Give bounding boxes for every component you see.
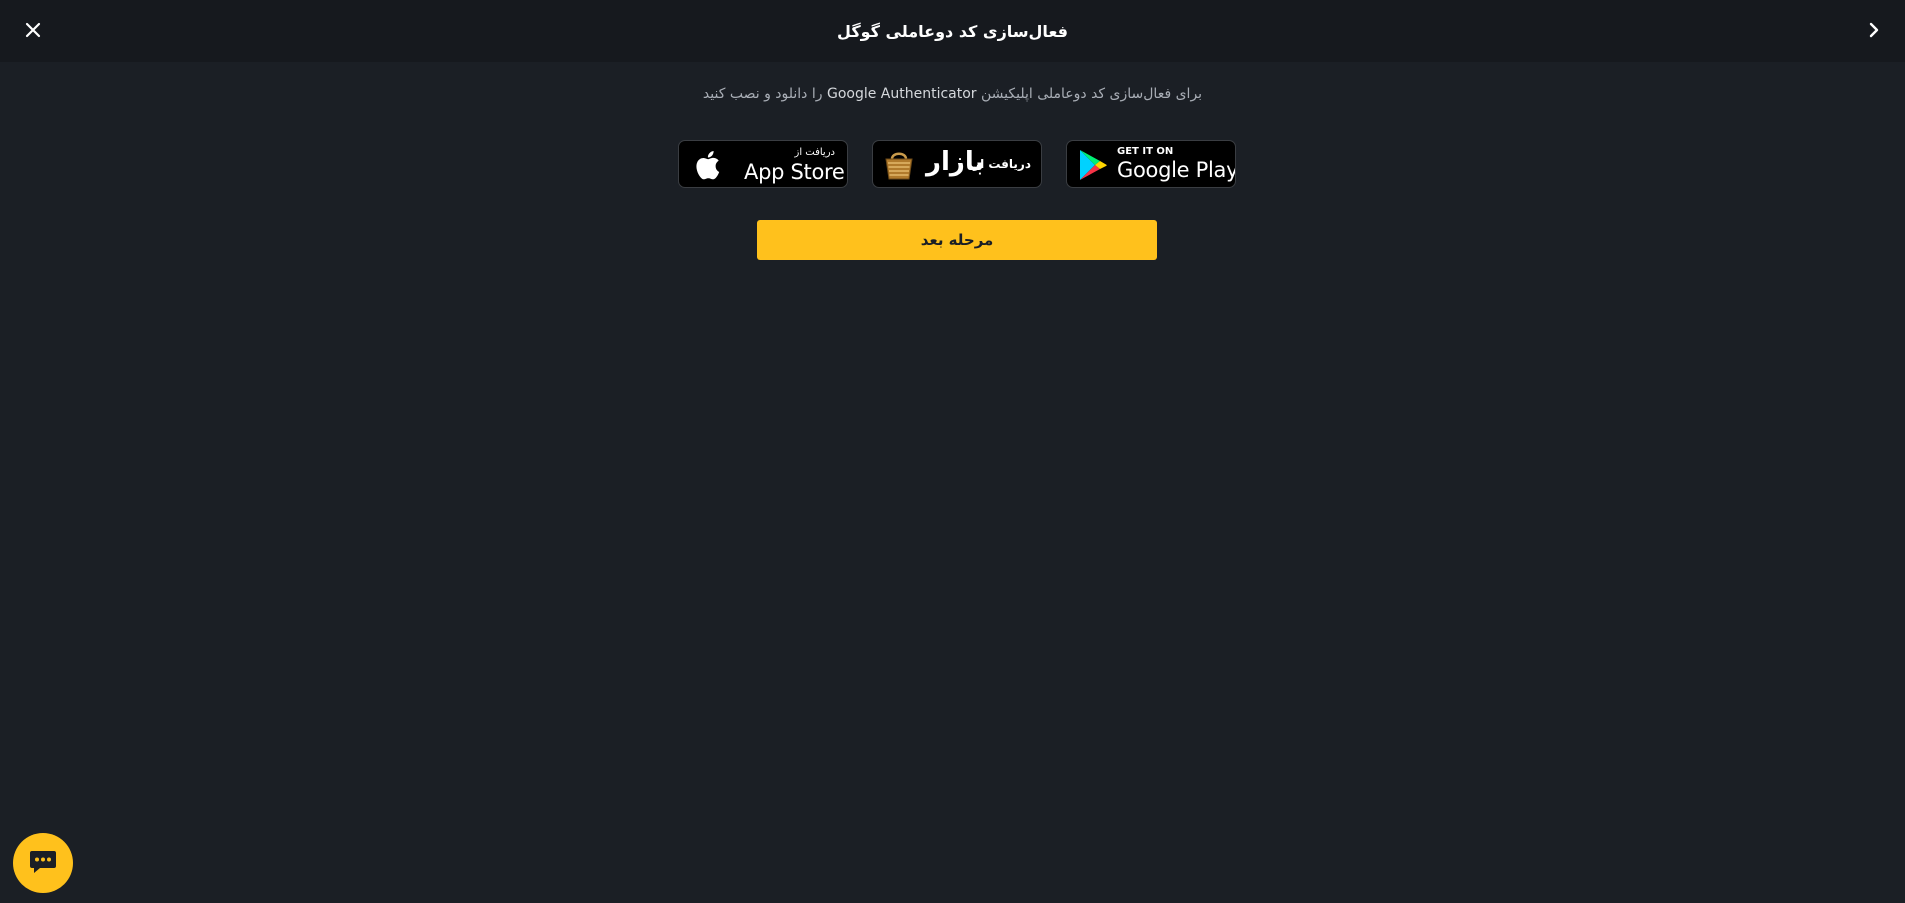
header-bar: فعال‌سازی کد دوعاملی گوگل [0, 0, 1905, 62]
bazaar-bag-icon [883, 148, 915, 186]
close-icon[interactable] [22, 19, 44, 41]
app-store-badge[interactable]: دریافت از App Store [678, 140, 848, 188]
page-title: فعال‌سازی کد دوعاملی گوگل [837, 21, 1068, 41]
chat-icon [28, 846, 58, 880]
next-step-button[interactable]: مرحله بعد [757, 220, 1157, 260]
google-play-big-text: Google Play [1117, 158, 1236, 182]
google-play-icon [1077, 148, 1109, 186]
instruction-app-name: Google Authenticator [826, 86, 977, 102]
chevron-right-icon[interactable] [1863, 19, 1885, 41]
instruction-text: برای فعال‌سازی کد دوعاملی اپلیکیشن Googl… [0, 86, 1905, 102]
store-badges: دریافت از App Store بازار دریافت از GET … [0, 140, 1905, 188]
instruction-before: برای فعال‌سازی کد دوعاملی اپلیکیشن [981, 86, 1203, 102]
google-play-badge[interactable]: GET IT ON Google Play [1066, 140, 1236, 188]
instruction-after: را دانلود و نصب کنید [702, 86, 823, 102]
bazaar-small-text: دریافت از [973, 157, 1031, 171]
app-store-small-text: دریافت از [794, 147, 836, 158]
bazaar-badge[interactable]: بازار دریافت از [872, 140, 1042, 188]
apple-icon [691, 148, 721, 186]
app-store-big-text: App Store [744, 160, 845, 184]
google-play-small-text: GET IT ON [1117, 146, 1174, 157]
chat-button[interactable] [13, 833, 73, 893]
